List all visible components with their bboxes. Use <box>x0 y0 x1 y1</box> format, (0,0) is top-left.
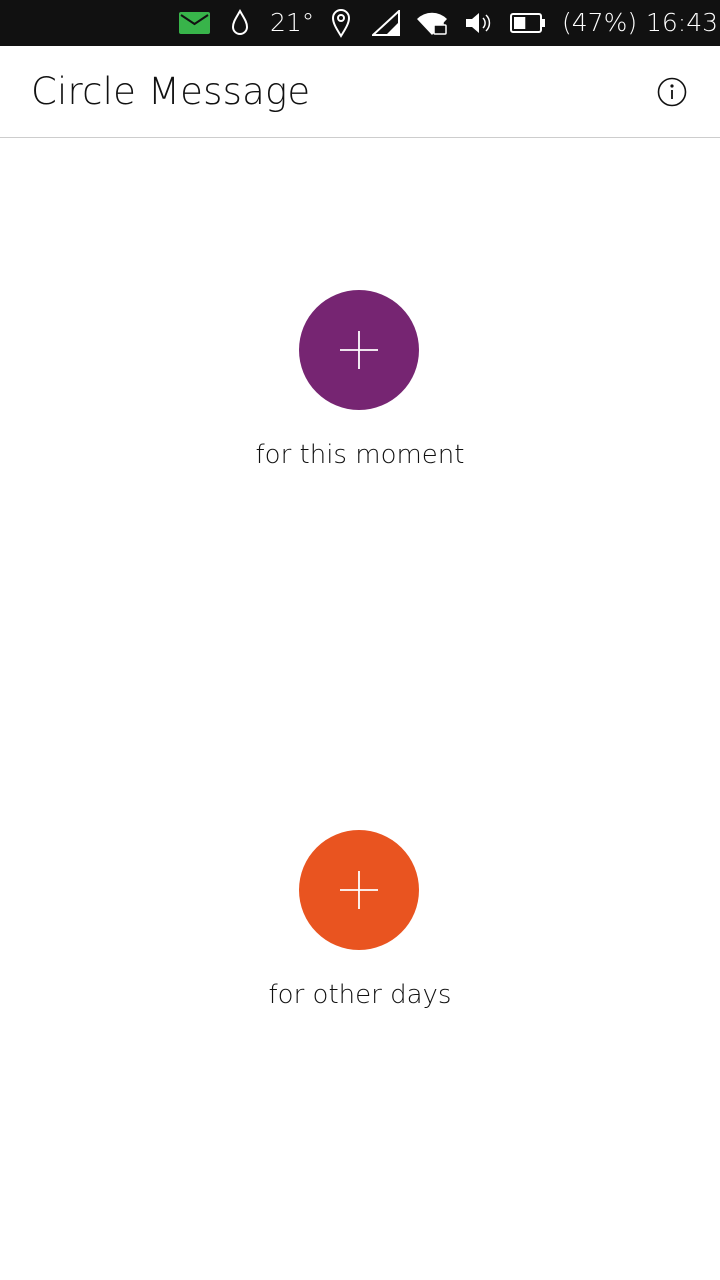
moment-label: for this moment <box>255 440 465 470</box>
info-button[interactable] <box>656 76 688 108</box>
water-drop-icon <box>230 0 250 46</box>
cellular-signal-icon <box>372 0 400 46</box>
app-header: Circle Message <box>0 46 720 138</box>
plus-icon <box>340 871 378 909</box>
temperature-text: 21° <box>270 8 315 37</box>
mail-icon[interactable] <box>179 0 210 46</box>
add-other-days-button[interactable] <box>299 830 419 950</box>
plus-icon <box>340 331 378 369</box>
status-bar: 21° (47%) 16:43 <box>0 0 720 46</box>
add-moment-button[interactable] <box>299 290 419 410</box>
info-icon <box>657 77 687 107</box>
page-title: Circle Message <box>31 70 311 113</box>
wifi-lock-icon <box>416 0 448 46</box>
volume-icon <box>464 0 492 46</box>
location-pin-icon <box>330 0 352 46</box>
battery-icon <box>510 0 546 46</box>
clock-text: 16:43 <box>646 8 719 37</box>
other-days-label: for other days <box>268 980 452 1010</box>
battery-level-text: (47%) <box>562 8 638 37</box>
